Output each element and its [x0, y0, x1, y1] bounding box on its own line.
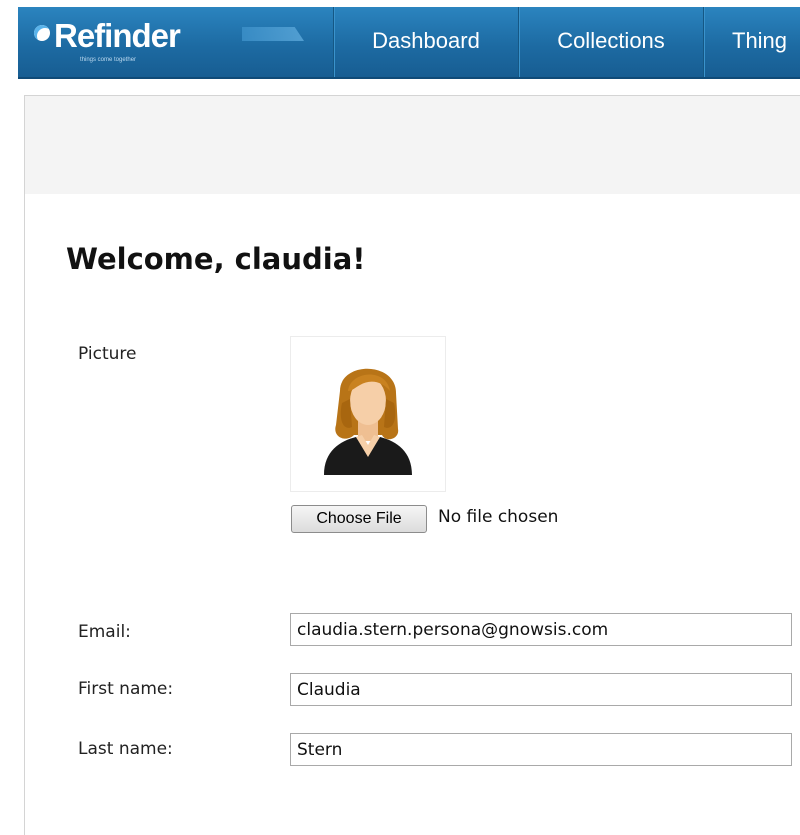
tab-things[interactable]: Thing [703, 7, 800, 77]
file-status-text: No file chosen [438, 507, 559, 527]
choose-file-button[interactable]: Choose File [291, 505, 427, 533]
last-name-field[interactable] [290, 733, 792, 766]
logo-text: Refinder [54, 17, 181, 54]
female-avatar-icon [324, 368, 412, 475]
top-navbar: Refinder things come together Dashboard … [18, 7, 800, 79]
profile-content: Welcome, claudia! Picture Choose File No… [24, 95, 800, 835]
logo-tagline: things come together [80, 57, 137, 63]
picture-label: Picture [78, 344, 137, 364]
header-band [25, 96, 800, 194]
email-field[interactable] [290, 613, 792, 646]
tab-collections[interactable]: Collections [518, 7, 703, 77]
logo-dot-icon [34, 25, 50, 41]
first-name-label: First name: [78, 679, 174, 699]
avatar [290, 336, 446, 492]
last-name-label: Last name: [78, 739, 173, 759]
tab-dashboard[interactable]: Dashboard [333, 7, 518, 77]
email-label: Email: [78, 622, 131, 642]
page-title: Welcome, claudia! [66, 242, 366, 276]
first-name-field[interactable] [290, 673, 792, 706]
refinder-logo[interactable]: Refinder things come together [32, 17, 242, 67]
logo-flag-decoration [242, 27, 304, 41]
